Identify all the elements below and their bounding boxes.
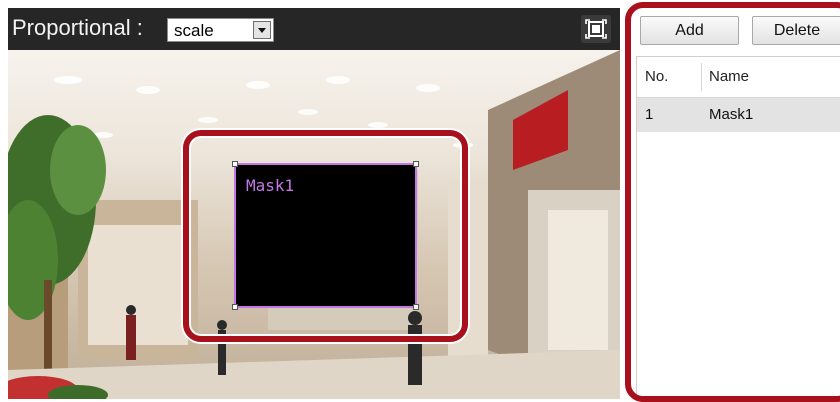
fullscreen-icon (585, 19, 607, 39)
proportional-label: Proportional : (12, 15, 143, 40)
proportional-select-value: scale (174, 21, 214, 40)
dropdown-arrow-icon[interactable] (253, 21, 271, 39)
mask-highlight-annotation (183, 130, 468, 342)
video-toolbar: Proportional : scale (8, 8, 620, 50)
proportional-select[interactable]: scale (167, 18, 274, 42)
table-highlight-annotation (625, 2, 840, 402)
fullscreen-button[interactable] (581, 15, 611, 43)
